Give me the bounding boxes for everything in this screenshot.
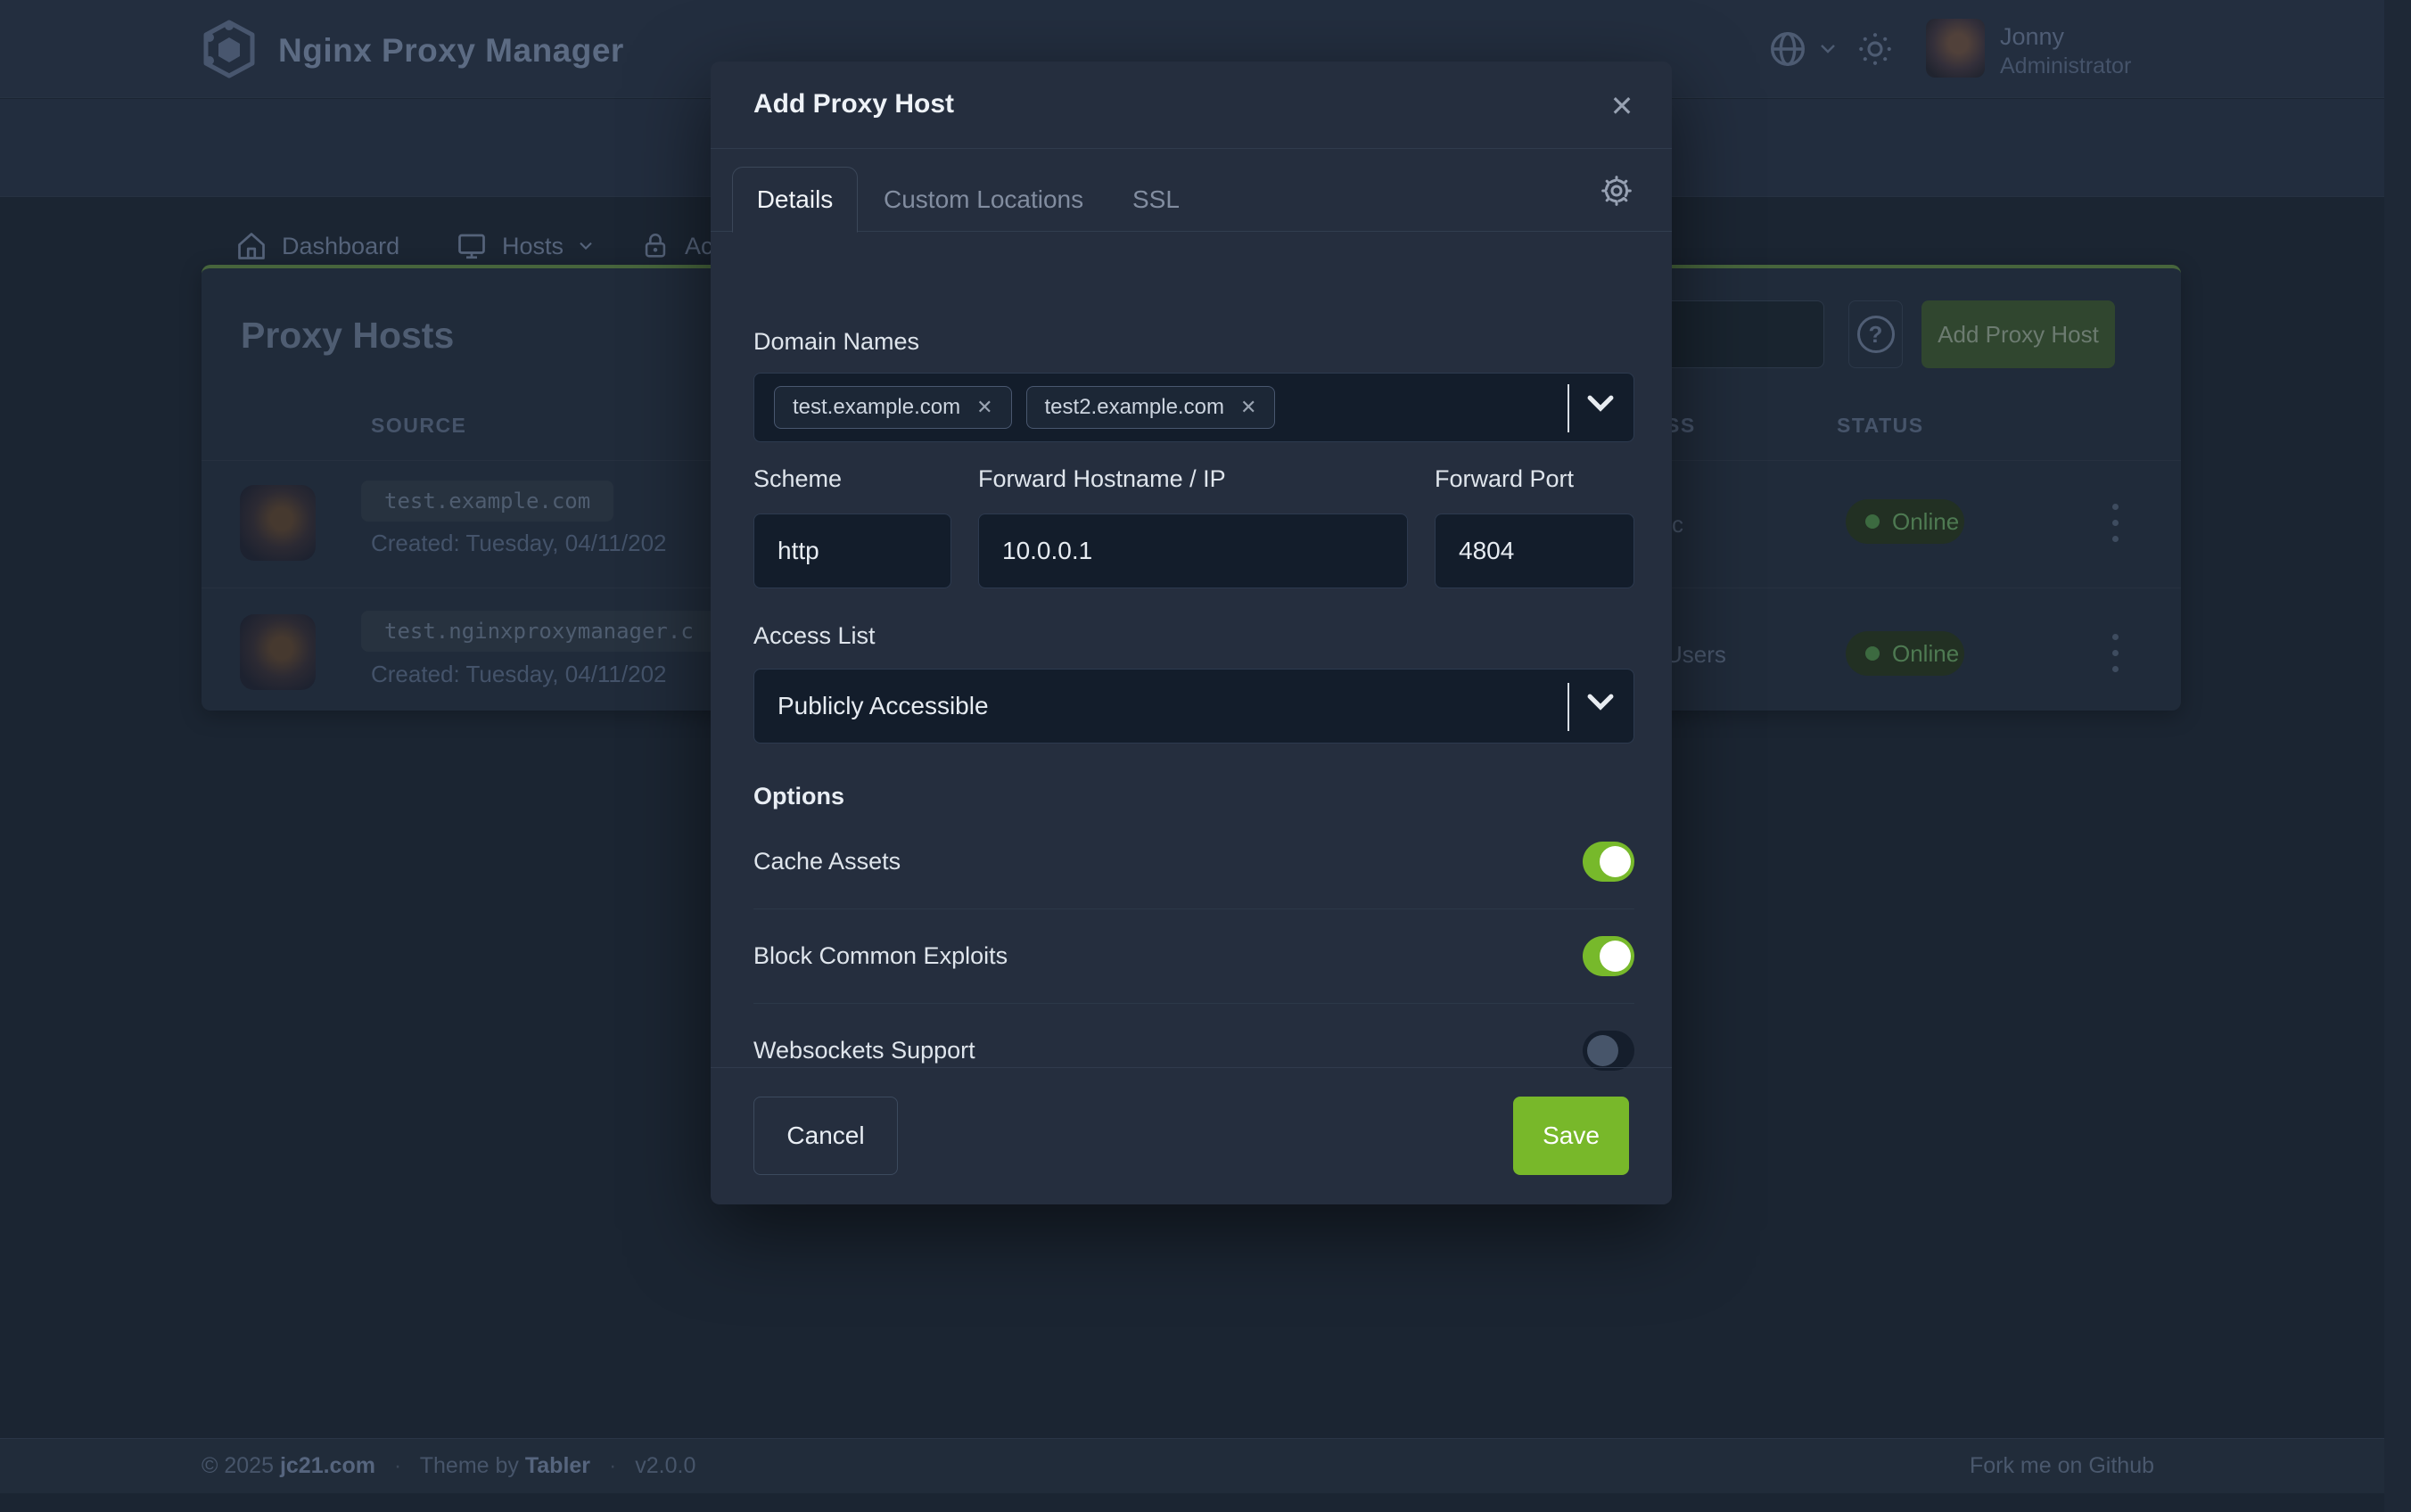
home-icon: [235, 230, 267, 262]
lock-icon: [640, 230, 671, 262]
scheme-label: Scheme: [753, 465, 842, 493]
app-root: Nginx Proxy Manager Jonny Administrator: [0, 0, 2411, 1512]
language-menu[interactable]: [1767, 29, 1837, 70]
remove-tag-icon[interactable]: ✕: [1240, 396, 1256, 419]
chevron-down-icon: [1819, 43, 1837, 55]
option-row-cache-assets: Cache Assets: [753, 814, 1634, 908]
tab-details[interactable]: Details: [732, 167, 858, 233]
access-list-label: Access List: [753, 622, 876, 650]
domain-tag: test.example.com ✕: [774, 386, 1012, 429]
row-menu-button[interactable]: [2106, 634, 2124, 672]
user-role: Administrator: [2000, 53, 2131, 79]
theme-toggle[interactable]: [1856, 30, 1894, 68]
modal-header: Add Proxy Host ✕: [711, 62, 1672, 149]
save-button[interactable]: Save: [1513, 1097, 1629, 1175]
source-badge: test.nginxproxymanager.c: [361, 611, 717, 652]
help-icon: ?: [1857, 316, 1895, 353]
row-menu-button[interactable]: [2106, 504, 2124, 542]
modal-footer: Cancel Save: [711, 1067, 1672, 1204]
owner-avatar: [240, 614, 316, 690]
footer-credits: © 2025 jc21.com · Theme by Tabler · v2.0…: [202, 1453, 695, 1479]
page-footer: © 2025 jc21.com · Theme by Tabler · v2.0…: [0, 1438, 2384, 1493]
created-label: Created: Tuesday, 04/11/202: [371, 530, 667, 557]
column-header-source: SOURCE: [371, 414, 466, 438]
websockets-support-toggle[interactable]: [1583, 1031, 1634, 1071]
forward-fields-inputs: http 10.0.0.1 4804: [753, 514, 1634, 588]
modal-title: Add Proxy Host: [753, 89, 954, 119]
owner-avatar: [240, 485, 316, 561]
user-name: Jonny: [2000, 23, 2064, 51]
cancel-button[interactable]: Cancel: [753, 1097, 898, 1175]
footer-link-tabler[interactable]: Tabler: [525, 1453, 590, 1478]
nav-item-dashboard[interactable]: Dashboard: [235, 226, 399, 267]
chevron-down-icon: [1585, 692, 1616, 713]
domain-names-label: Domain Names: [753, 328, 919, 356]
nginx-proxy-manager-logo-icon: [202, 20, 257, 78]
footer-version: v2.0.0: [635, 1453, 695, 1478]
modal-tabbar: Details Custom Locations SSL: [711, 150, 1672, 232]
access-list-select[interactable]: Publicly Accessible: [753, 669, 1634, 744]
footer-link-jc21[interactable]: jc21.com: [280, 1453, 375, 1478]
chevron-down-icon: [578, 241, 594, 251]
divider: [1568, 384, 1569, 432]
user-avatar[interactable]: [1926, 19, 1985, 78]
status-badge: Online: [1846, 499, 1964, 544]
tab-ssl[interactable]: SSL: [1132, 167, 1180, 233]
add-proxy-host-modal: Add Proxy Host ✕ Details Custom Location…: [711, 62, 1672, 1204]
option-row-block-exploits: Block Common Exploits: [753, 908, 1634, 1003]
domain-names-input[interactable]: test.example.com ✕ test2.example.com ✕: [753, 373, 1634, 442]
domain-tag: test2.example.com ✕: [1026, 386, 1276, 429]
add-proxy-host-button[interactable]: Add Proxy Host: [1921, 300, 2115, 368]
monitor-icon: [456, 230, 488, 262]
scheme-input[interactable]: http: [753, 514, 951, 588]
page-title: Proxy Hosts: [241, 315, 454, 357]
remove-tag-icon[interactable]: ✕: [976, 396, 992, 419]
source-badge: test.example.com: [361, 481, 613, 522]
app-title: Nginx Proxy Manager: [278, 32, 624, 70]
created-label: Created: Tuesday, 04/11/202: [371, 661, 667, 688]
forward-port-input[interactable]: 4804: [1435, 514, 1634, 588]
sun-icon: [1856, 30, 1894, 68]
cache-assets-toggle[interactable]: [1583, 842, 1634, 882]
gear-icon[interactable]: [1599, 173, 1634, 209]
access-list-cell: c: [1672, 511, 1683, 538]
help-button[interactable]: ?: [1848, 300, 1903, 368]
options-heading: Options: [753, 783, 844, 810]
scrollbar[interactable]: [2384, 0, 2411, 1512]
forward-hostname-input[interactable]: 10.0.0.1: [978, 514, 1408, 588]
status-dot-icon: [1865, 646, 1880, 661]
forward-hostname-label: Forward Hostname / IP: [978, 465, 1226, 493]
chevron-down-icon[interactable]: [1585, 393, 1616, 415]
access-list-cell: Users: [1666, 641, 1726, 669]
nav-item-hosts[interactable]: Hosts: [456, 226, 594, 267]
status-badge: Online: [1846, 631, 1964, 676]
block-common-exploits-toggle[interactable]: [1583, 936, 1634, 976]
column-header-status: STATUS: [1837, 414, 1924, 438]
close-icon[interactable]: ✕: [1602, 86, 1642, 126]
nav-item-access-lists[interactable]: Ac: [640, 226, 713, 267]
status-dot-icon: [1865, 514, 1880, 529]
tab-custom-locations[interactable]: Custom Locations: [884, 167, 1083, 233]
divider: [1568, 683, 1569, 731]
footer-link-github[interactable]: Fork me on Github: [1970, 1453, 2154, 1479]
globe-icon: [1767, 29, 1808, 70]
forward-port-label: Forward Port: [1435, 465, 1574, 493]
